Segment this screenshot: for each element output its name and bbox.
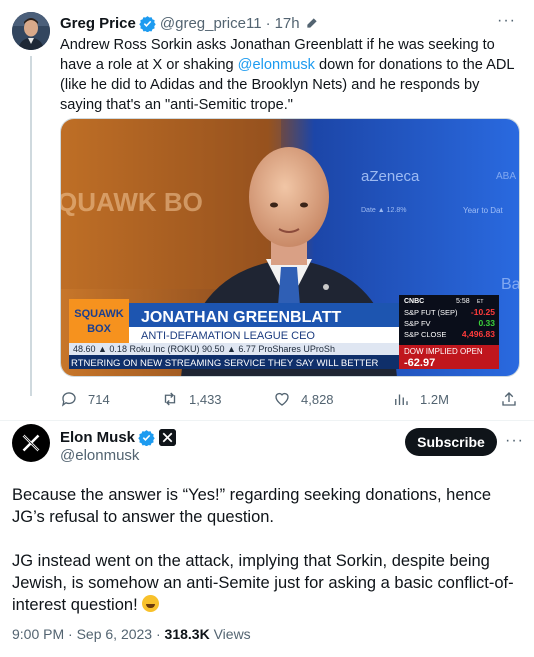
guest-title: ANTI-DEFAMATION LEAGUE CEO bbox=[141, 330, 315, 342]
ticker-top-text: 48.60 ▲ 0.18 Roku Inc (ROKU) 90.50 ▲ 6.7… bbox=[73, 344, 335, 354]
edited-pencil-icon[interactable] bbox=[305, 16, 319, 30]
show-logo-box bbox=[69, 299, 129, 343]
author-handle[interactable]: @greg_price11 bbox=[160, 15, 262, 32]
author-handle[interactable]: @elonmusk bbox=[60, 447, 139, 464]
cnbc-label: CNBC bbox=[404, 298, 424, 305]
tweet-time[interactable]: 17h bbox=[275, 15, 300, 32]
quoted-tweet[interactable]: Greg Price @greg_price11 · 17h ··· Andre… bbox=[0, 0, 534, 420]
tweet-paragraph-1: Because the answer is “Yes!” regarding s… bbox=[12, 486, 492, 526]
dow-value: -62.97 bbox=[404, 357, 435, 369]
background-bai-text: Bai bbox=[501, 276, 520, 293]
tweet-timestamp[interactable]: 9:00 PM · Sep 6, 2023 bbox=[12, 626, 152, 642]
reply-icon bbox=[61, 392, 76, 407]
rolling-on-floor-laughing-emoji-icon bbox=[142, 595, 160, 612]
reply-count: 714 bbox=[88, 391, 110, 407]
subscribe-button[interactable]: Subscribe bbox=[405, 428, 497, 456]
show-logo-line2: BOX bbox=[87, 323, 112, 335]
views-count: 318.3K bbox=[164, 626, 210, 642]
repost-button[interactable]: 1,433 bbox=[161, 390, 222, 408]
author-name[interactable]: Greg Price bbox=[60, 15, 136, 32]
heart-icon bbox=[275, 392, 289, 406]
verified-badge-icon bbox=[139, 15, 156, 32]
separator-dot: · bbox=[265, 14, 271, 32]
cnbc-time-suffix: ET bbox=[477, 299, 483, 305]
share-button[interactable] bbox=[500, 390, 528, 408]
view-count: 1.2M bbox=[420, 391, 449, 407]
x-logo-icon bbox=[22, 434, 40, 452]
elonmusk-mention-link[interactable]: @elonmusk bbox=[238, 57, 315, 73]
market-row-value: 0.33 bbox=[478, 318, 495, 328]
meta-separator: · bbox=[152, 626, 165, 642]
background-zeneca-text: aZeneca bbox=[361, 168, 420, 185]
market-row-value: 4,496.83 bbox=[462, 329, 495, 339]
greg-price-avatar[interactable] bbox=[12, 12, 50, 50]
tweet-paragraph-2: JG instead went on the attack, implying … bbox=[12, 550, 517, 616]
show-logo-line1: SQUAWK bbox=[74, 308, 124, 320]
views-button[interactable]: 1.2M bbox=[392, 390, 449, 408]
elon-musk-avatar[interactable] bbox=[12, 424, 50, 462]
views-chart-icon bbox=[395, 394, 408, 405]
thread-line bbox=[30, 56, 32, 396]
background-aba-text: ABA bbox=[496, 171, 516, 182]
verified-badge-icon bbox=[138, 429, 155, 446]
tweet-meta: 9:00 PM · Sep 6, 2023 · 318.3K Views bbox=[12, 626, 251, 642]
author-name[interactable]: Elon Musk bbox=[60, 429, 135, 446]
like-count: 4,828 bbox=[301, 391, 334, 407]
views-label: Views bbox=[209, 626, 251, 642]
dow-label: DOW IMPLIED OPEN bbox=[404, 347, 483, 356]
more-options-icon[interactable]: ··· bbox=[505, 432, 524, 450]
quoted-tweet-actions: 714 1,433 4,828 1.2M bbox=[60, 390, 520, 410]
video-thumbnail[interactable]: QUAWK BO aZeneca Date ▲ 12.8% Year to Da… bbox=[60, 118, 520, 377]
market-row-label: S&P CLOSE bbox=[404, 330, 446, 339]
tweet-paragraph-2-text: JG instead went on the attack, implying … bbox=[12, 552, 514, 614]
share-icon bbox=[502, 392, 516, 406]
repost-icon bbox=[164, 392, 176, 406]
x-affiliation-badge-icon[interactable] bbox=[159, 428, 177, 446]
background-date-text: Date ▲ 12.8% bbox=[361, 207, 406, 214]
repost-count: 1,433 bbox=[189, 391, 222, 407]
market-row-value: -10.25 bbox=[471, 307, 495, 317]
quoted-tweet-header: Greg Price @greg_price11 · 17h bbox=[60, 13, 319, 33]
reply-button[interactable]: 714 bbox=[60, 390, 110, 408]
main-author-row: Elon Musk bbox=[60, 428, 177, 446]
like-button[interactable]: 4,828 bbox=[273, 390, 334, 408]
market-row-label: S&P FV bbox=[404, 319, 431, 328]
cnbc-time: 5:58 bbox=[456, 298, 470, 305]
background-squawk-text: QUAWK BO bbox=[61, 187, 203, 217]
market-row-label: S&P FUT (SEP) bbox=[404, 308, 458, 317]
guest-name: JONATHAN GREENBLATT bbox=[141, 309, 342, 326]
quoted-tweet-text: Andrew Ross Sorkin asks Jonathan Greenbl… bbox=[60, 35, 520, 115]
ticker-bottom-text: RTNERING ON NEW STREAMING SERVICE THEY S… bbox=[71, 358, 379, 369]
tweet-divider bbox=[0, 420, 534, 421]
video-frame: QUAWK BO aZeneca Date ▲ 12.8% Year to Da… bbox=[61, 119, 520, 376]
more-options-icon[interactable]: ··· bbox=[497, 12, 516, 30]
background-year-text: Year to Dat bbox=[463, 206, 504, 215]
main-tweet-text: Because the answer is “Yes!” regarding s… bbox=[12, 484, 517, 638]
